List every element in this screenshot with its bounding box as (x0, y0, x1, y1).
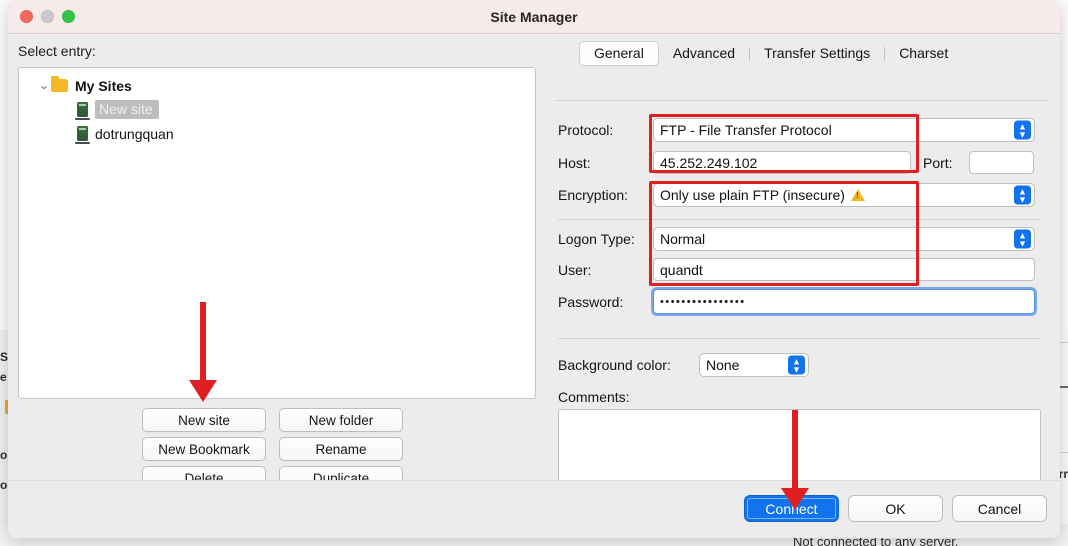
folder-icon (51, 76, 68, 92)
rename-button[interactable]: Rename (279, 437, 403, 461)
form-divider-1 (558, 219, 1041, 220)
tab-general[interactable]: General (579, 41, 659, 66)
user-row: User: quandt (558, 258, 1035, 281)
port-label: Port: (923, 154, 953, 171)
warning-triangle-icon (850, 189, 865, 201)
password-label: Password: (558, 293, 624, 310)
protocol-row: Protocol: FTP - File Transfer Protocol ▲… (558, 118, 1035, 142)
host-label: Host: (558, 154, 591, 171)
tab-charset[interactable]: Charset (885, 42, 962, 65)
dialog-titlebar: Site Manager (8, 0, 1060, 34)
connect-button[interactable]: Connect (744, 495, 839, 522)
background-color-label: Background color: (558, 357, 671, 373)
user-label: User: (558, 261, 592, 278)
chevron-updown-icon[interactable]: ▲ ▼ (1014, 229, 1031, 249)
new-bookmark-button[interactable]: New Bookmark (142, 437, 266, 461)
settings-tabs: General Advanced Transfer Settings Chars… (579, 41, 962, 66)
protocol-value: FTP - File Transfer Protocol (660, 122, 832, 138)
background-color-select[interactable]: None ▲ ▼ (699, 353, 809, 377)
dialog-footer: Connect OK Cancel (8, 480, 1060, 538)
tree-item-label-editing[interactable]: New site (95, 100, 159, 119)
logon-type-row: Logon Type: Normal ▲ ▼ (558, 227, 1035, 251)
tab-advanced[interactable]: Advanced (659, 42, 749, 65)
server-icon (75, 126, 90, 144)
user-input[interactable]: quandt (653, 258, 1035, 281)
dialog-title: Site Manager (490, 8, 578, 25)
new-site-button[interactable]: New site (142, 408, 266, 432)
cancel-button[interactable]: Cancel (952, 495, 1047, 522)
password-row: Password: •••••••••••••••• (558, 289, 1035, 314)
form-divider-2 (558, 338, 1041, 339)
encryption-row: Encryption: Only use plain FTP (insecure… (558, 183, 1035, 207)
dialog-body: Select entry: ⌄ My Sites New site dotrun… (8, 34, 1060, 538)
comments-label: Comments: (558, 389, 630, 405)
protocol-label: Protocol: (558, 122, 614, 138)
background-color-row: Background color: None ▲ ▼ (558, 353, 809, 377)
encryption-select[interactable]: Only use plain FTP (insecure) ▲▼ (653, 183, 1035, 207)
site-tree[interactable]: ⌄ My Sites New site dotrungquan (18, 67, 536, 399)
tree-item-dotrungquan[interactable]: dotrungquan (75, 123, 174, 144)
tree-item-label: dotrungquan (95, 125, 174, 142)
chevron-updown-icon[interactable]: ▲ ▼ (1014, 120, 1031, 140)
background-color-value: None (706, 357, 740, 373)
select-entry-label: Select entry: (18, 43, 96, 59)
encryption-label: Encryption: (558, 187, 629, 203)
tree-item-my-sites[interactable]: ⌄ My Sites (37, 75, 132, 96)
logon-type-label: Logon Type: (558, 231, 635, 247)
tab-transfer-settings[interactable]: Transfer Settings (750, 42, 884, 65)
host-row: Host: 45.252.249.102 Port: (558, 151, 1048, 174)
protocol-select[interactable]: FTP - File Transfer Protocol ▲ ▼ (653, 118, 1035, 142)
encryption-value: Only use plain FTP (insecure) (660, 187, 845, 203)
logon-type-value: Normal (660, 231, 706, 247)
screenshot-root: S e o o arr Not connected to any server.… (0, 0, 1068, 546)
tree-item-label: My Sites (75, 77, 132, 94)
port-input[interactable] (969, 151, 1034, 174)
site-manager-dialog: Site Manager Select entry: ⌄ My Sites Ne… (8, 0, 1060, 538)
ok-button[interactable]: OK (848, 495, 943, 522)
new-folder-button[interactable]: New folder (279, 408, 403, 432)
host-input[interactable]: 45.252.249.102 (653, 151, 911, 174)
logon-type-select[interactable]: Normal ▲ ▼ (653, 227, 1035, 251)
chevron-updown-icon[interactable]: ▲ ▼ (1014, 185, 1031, 205)
general-settings-panel: Protocol: FTP - File Transfer Protocol ▲… (555, 100, 1049, 510)
chevron-updown-icon[interactable]: ▲ ▼ (788, 355, 805, 375)
password-input[interactable]: •••••••••••••••• (653, 289, 1035, 314)
server-icon (75, 102, 90, 120)
tree-item-new-site[interactable]: New site (75, 99, 159, 120)
